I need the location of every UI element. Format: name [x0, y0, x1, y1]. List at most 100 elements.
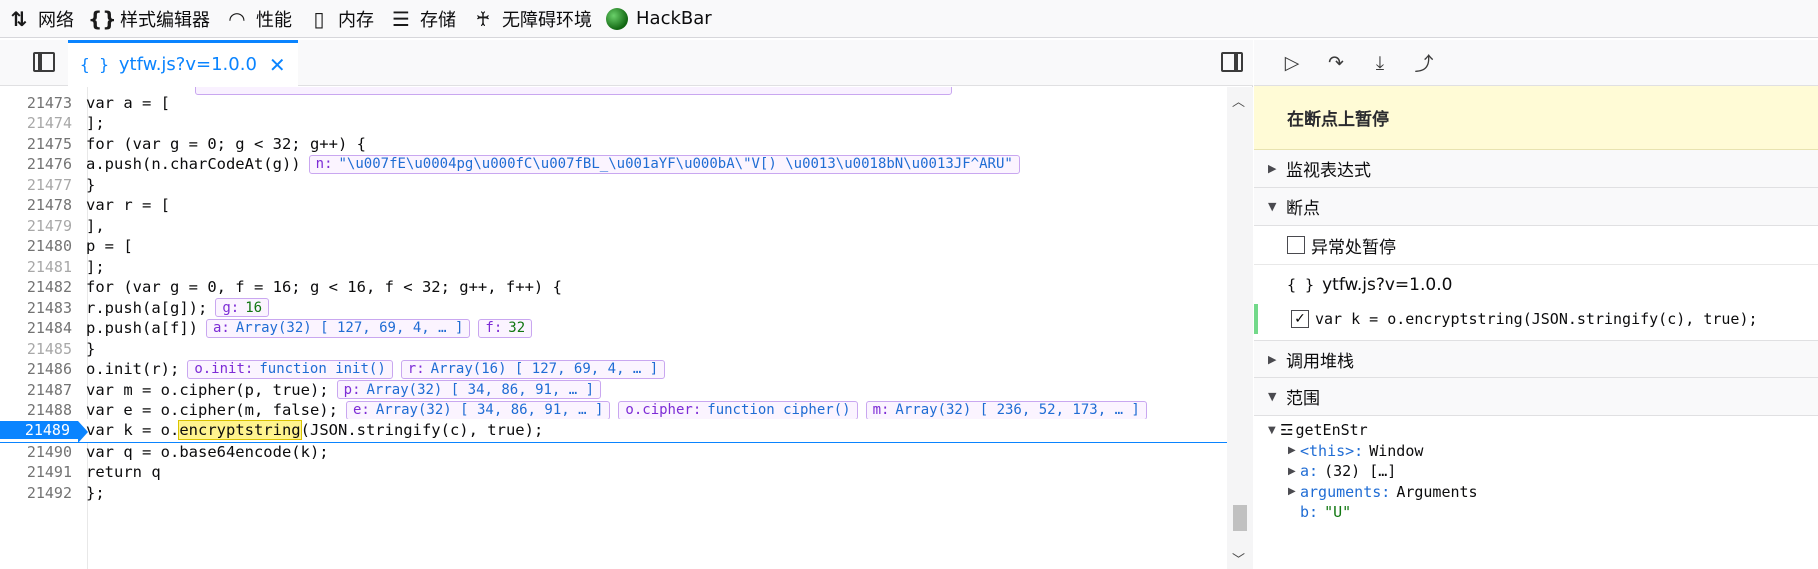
- chevron-right-icon: ▶: [1268, 352, 1277, 366]
- code-text: p = [: [86, 237, 133, 256]
- preview-value: function cipher(): [707, 402, 851, 419]
- line-number[interactable]: 21479: [0, 217, 80, 235]
- hackbar-icon: [606, 7, 628, 30]
- inline-preview[interactable]: p: Array(32) [ 34, 86, 91, … ]: [336, 380, 602, 400]
- line-number[interactable]: 21486: [0, 360, 80, 378]
- tab-storage[interactable]: ☰ 存储: [382, 0, 464, 38]
- line-number[interactable]: 21478: [0, 196, 80, 214]
- checkbox-label: 异常处暂停: [1311, 237, 1396, 258]
- block-scope-icon: ☲: [1280, 421, 1294, 440]
- code-line[interactable]: 21492 };: [0, 481, 1227, 505]
- var-value: Window: [1369, 441, 1424, 460]
- paused-banner: 在断点上暂停: [1254, 86, 1818, 150]
- source-tabs-bar: { } ytfw.js?v=1.0.0 ✕: [0, 40, 1253, 86]
- line-number[interactable]: 21488: [0, 401, 80, 419]
- preview-key: o.cipher:: [625, 402, 702, 419]
- code-segment: (JSON.stringify(c), true);: [300, 421, 544, 440]
- line-number[interactable]: 21490: [0, 443, 80, 461]
- code-text: return q: [86, 463, 161, 482]
- tab-style-editor[interactable]: {} 样式编辑器: [82, 0, 218, 38]
- code-text: var r = [: [86, 196, 170, 215]
- scope-var[interactable]: ▶ arguments: Arguments: [1254, 482, 1818, 503]
- line-number[interactable]: 21473: [0, 94, 80, 112]
- breakpoint-checkbox[interactable]: ✓: [1291, 310, 1309, 328]
- editor-scrollbar[interactable]: ︿ ﹀: [1227, 87, 1253, 569]
- accessibility-icon: ♰: [475, 6, 491, 31]
- code-text: var k = o.encryptstring(JSON.stringify(c…: [80, 420, 544, 441]
- scroll-thumb[interactable]: [1233, 505, 1247, 531]
- call-stack-header[interactable]: ▶ 调用堆栈: [1254, 340, 1818, 378]
- code-text: a.push(n.charCodeAt(g)): [86, 155, 301, 174]
- tab-accessibility[interactable]: ♰ 无障碍环境: [464, 0, 600, 38]
- breakpoints-header[interactable]: ▼ 断点: [1254, 188, 1818, 226]
- chevron-down-icon: ▼: [1268, 424, 1276, 436]
- line-number[interactable]: 21492: [0, 484, 80, 502]
- line-number[interactable]: 21475: [0, 135, 80, 153]
- tab-label: HackBar: [636, 8, 712, 29]
- breakpoint-file[interactable]: { } ytfw.js?v=1.0.0: [1254, 264, 1818, 304]
- close-icon[interactable]: ✕: [269, 53, 286, 77]
- source-pane: { } ytfw.js?v=1.0.0 ✕ 21473 var a = [ 21…: [0, 40, 1253, 569]
- line-number[interactable]: 21487: [0, 381, 80, 399]
- preview-key: r:: [407, 361, 425, 378]
- paused-code-line[interactable]: 21489 var k = o.encryptstring(JSON.strin…: [0, 419, 1227, 444]
- inline-preview[interactable]: o.init: function init(): [187, 359, 393, 379]
- preview-value: Array(32) [ 236, 52, 173, … ]: [895, 402, 1140, 419]
- line-number[interactable]: 21491: [0, 463, 80, 481]
- inline-preview[interactable]: o.cipher: function cipher(): [618, 400, 858, 420]
- scopes-header[interactable]: ▼ 范围: [1254, 378, 1818, 416]
- step-out-icon[interactable]: ⤴: [1402, 49, 1446, 76]
- line-number[interactable]: 21481: [0, 258, 80, 276]
- scope-var[interactable]: ▶ <this>: Window: [1254, 441, 1818, 462]
- toggle-sources-sidebar-icon[interactable]: [33, 52, 55, 72]
- pause-on-exceptions[interactable]: 异常处暂停: [1254, 226, 1818, 264]
- line-number[interactable]: 21482: [0, 278, 80, 296]
- inline-preview[interactable]: a: Array(32) [ 127, 69, 4, … ]: [205, 318, 471, 338]
- code-segment: var k = o.: [86, 421, 180, 440]
- scope-block-name: getEnStr: [1295, 421, 1368, 440]
- inline-preview[interactable]: r: Array(16) [ 127, 69, 4, … ]: [400, 359, 666, 379]
- line-number[interactable]: 21477: [0, 176, 80, 194]
- inline-preview[interactable]: f: 32: [478, 318, 533, 338]
- tab-memory[interactable]: ▯ 内存: [300, 0, 382, 38]
- code-text: }: [86, 339, 96, 358]
- tab-network[interactable]: ⇅ 网络: [0, 0, 82, 38]
- code-text: r.push(a[g]);: [86, 298, 208, 317]
- inline-preview[interactable]: g: 16: [215, 298, 270, 318]
- pause-on-exceptions-checkbox[interactable]: [1287, 236, 1305, 254]
- line-number[interactable]: 21483: [0, 299, 80, 317]
- inline-preview[interactable]: m: Array(32) [ 236, 52, 173, … ]: [865, 400, 1147, 420]
- scroll-down-icon[interactable]: ﹀: [1232, 549, 1245, 568]
- step-over-icon[interactable]: ↷: [1314, 52, 1358, 74]
- code-text: for (var g = 0, f = 16; g < 16, f < 32; …: [86, 278, 562, 297]
- line-number[interactable]: 21485: [0, 340, 80, 358]
- preview-value: "\u007fE\u0004pg\u000fC\u007fBL_\u001aYF…: [338, 156, 1013, 173]
- resume-icon[interactable]: ▷: [1270, 52, 1314, 74]
- code-editor[interactable]: 21473 var a = [ 21474 ]; 21475 for (var …: [0, 87, 1253, 569]
- breakpoint-item[interactable]: ✓ var k = o.encryptstring(JSON.stringify…: [1254, 304, 1818, 334]
- line-number[interactable]: 21480: [0, 237, 80, 255]
- preview-value: Array(32) [ 127, 69, 4, … ]: [235, 320, 464, 337]
- step-in-icon[interactable]: ⤓: [1358, 52, 1402, 74]
- line-number[interactable]: 21474: [0, 114, 80, 132]
- toggle-debugger-sidebar-icon[interactable]: [1221, 52, 1243, 72]
- code-text: for (var g = 0; g < 32; g++) {: [86, 134, 366, 153]
- scroll-up-icon[interactable]: ︿: [1232, 91, 1245, 110]
- tab-performance[interactable]: ◠ 性能: [218, 0, 300, 38]
- scope-var[interactable]: ▶ a: (32) […]: [1254, 461, 1818, 482]
- scope-block[interactable]: ▼ ☲ getEnStr: [1254, 420, 1818, 441]
- tab-label: 内存: [338, 9, 374, 31]
- breakpoint-marker[interactable]: 21489: [0, 421, 88, 444]
- preview-key: o.init:: [194, 361, 254, 378]
- source-file-tab[interactable]: { } ytfw.js?v=1.0.0 ✕: [68, 40, 298, 86]
- scope-var[interactable]: b: "U": [1254, 502, 1818, 523]
- inline-preview[interactable]: n: "\u007fE\u0004pg\u000fC\u007fBL_\u001…: [308, 154, 1020, 174]
- watch-expressions-header[interactable]: ▶ 监视表达式: [1254, 150, 1818, 188]
- line-number[interactable]: 21476: [0, 155, 80, 173]
- tab-hackbar[interactable]: HackBar: [600, 0, 720, 38]
- inline-preview[interactable]: e: Array(32) [ 34, 86, 91, … ]: [345, 400, 611, 420]
- line-number[interactable]: 21484: [0, 319, 80, 337]
- tab-label: 存储: [420, 9, 456, 31]
- preview-key: a:: [212, 320, 230, 337]
- network-icon: ⇅: [10, 6, 28, 31]
